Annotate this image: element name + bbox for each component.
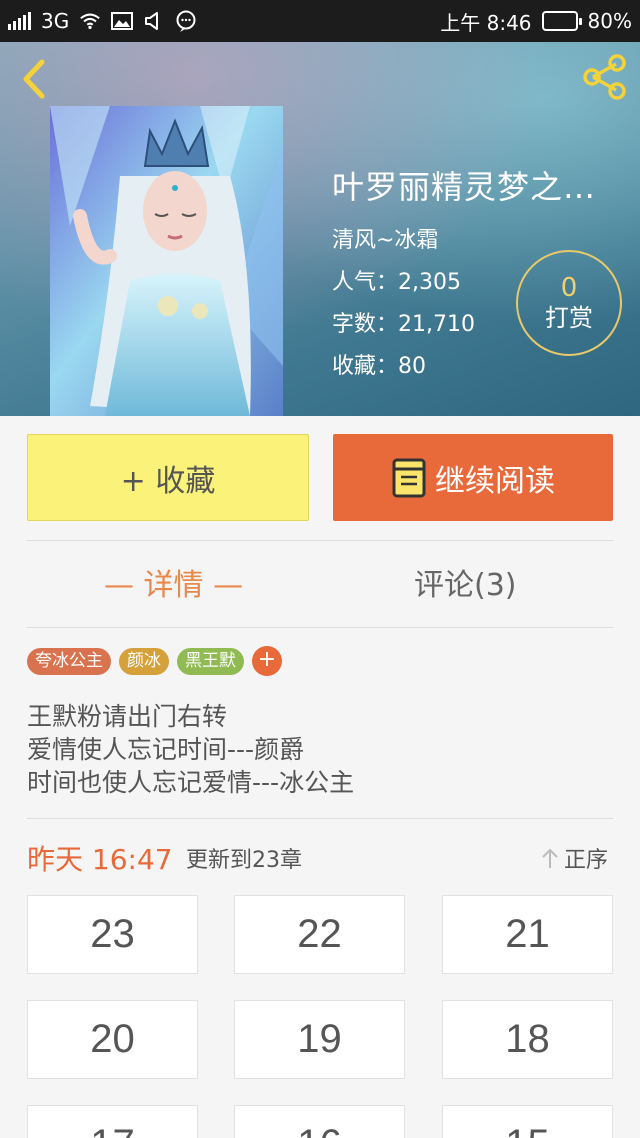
chat-icon <box>175 10 197 32</box>
tag-chip[interactable]: 夸冰公主 <box>27 647 111 675</box>
tip-label: 打赏 <box>545 304 593 332</box>
tip-count: 0 <box>560 273 578 303</box>
battery-percent: 80% <box>587 9 632 33</box>
description-line: 爱情使人忘记时间---颜爵 <box>27 735 305 764</box>
share-button[interactable] <box>580 52 630 102</box>
signal-icon <box>8 12 31 30</box>
book-title: 叶罗丽精灵梦之… <box>332 168 597 206</box>
image-icon <box>111 11 134 31</box>
collect-label: + 收藏 <box>120 463 216 499</box>
read-label: 继续阅读 <box>435 463 555 499</box>
chapter-button[interactable]: 19 <box>234 1000 405 1079</box>
tag-list: 夸冰公主 颜冰 黑王默 + <box>27 646 282 676</box>
chapter-button[interactable]: 22 <box>234 895 405 974</box>
volume-icon <box>143 11 165 31</box>
update-time: 昨天 16:47 <box>27 843 173 876</box>
tag-chip[interactable]: 颜冰 <box>119 647 169 675</box>
description-line: 时间也使人忘记爱情---冰公主 <box>27 768 355 797</box>
tab-detail[interactable]: — 详情 — <box>104 560 243 604</box>
tip-button[interactable]: 0 打赏 <box>516 250 622 356</box>
tag-chip[interactable]: 黑王默 <box>177 647 244 675</box>
book-icon <box>392 458 426 497</box>
chapter-button[interactable]: 20 <box>27 1000 198 1079</box>
add-to-collection-button[interactable]: + 收藏 <box>27 434 309 521</box>
share-icon <box>583 54 626 100</box>
chapter-button[interactable]: 15 <box>442 1105 613 1138</box>
book-description: 王默粉请出门右转 爱情使人忘记时间---颜爵 时间也使人忘记爱情---冰公主 <box>27 700 354 799</box>
chapter-button[interactable]: 23 <box>27 895 198 974</box>
sort-order-button[interactable]: 正序 <box>540 842 608 874</box>
divider <box>27 540 613 541</box>
chapter-button[interactable]: 18 <box>442 1000 613 1079</box>
chevron-left-icon <box>23 59 45 99</box>
battery-icon <box>541 11 582 31</box>
book-header: 叶罗丽精灵梦之… 清风~冰霜 人气：2,305 字数：21,710 收藏：80 … <box>0 42 640 416</box>
chapter-button[interactable]: 17 <box>27 1105 198 1138</box>
book-cover[interactable] <box>50 106 283 416</box>
chapter-button[interactable]: 21 <box>442 895 613 974</box>
wifi-icon <box>79 11 101 31</box>
divider <box>27 818 613 819</box>
continue-reading-button[interactable]: 继续阅读 <box>333 434 613 521</box>
update-text: 更新到23章 <box>186 848 302 873</box>
tab-comments[interactable]: 评论(3) <box>414 560 517 604</box>
divider <box>27 627 613 628</box>
chapter-button[interactable]: 16 <box>234 1105 405 1138</box>
back-button[interactable] <box>14 54 54 104</box>
add-tag-button[interactable]: + <box>252 646 282 676</box>
clock: 上午 8:46 <box>440 10 532 35</box>
network-type: 3G <box>41 9 70 33</box>
arrow-up-icon <box>542 848 558 868</box>
description-line: 王默粉请出门右转 <box>27 702 228 731</box>
author-name[interactable]: 清风~冰霜 <box>332 222 596 254</box>
status-bar: 3G 上午 8:46 80% <box>0 0 640 42</box>
sort-label: 正序 <box>564 848 609 873</box>
